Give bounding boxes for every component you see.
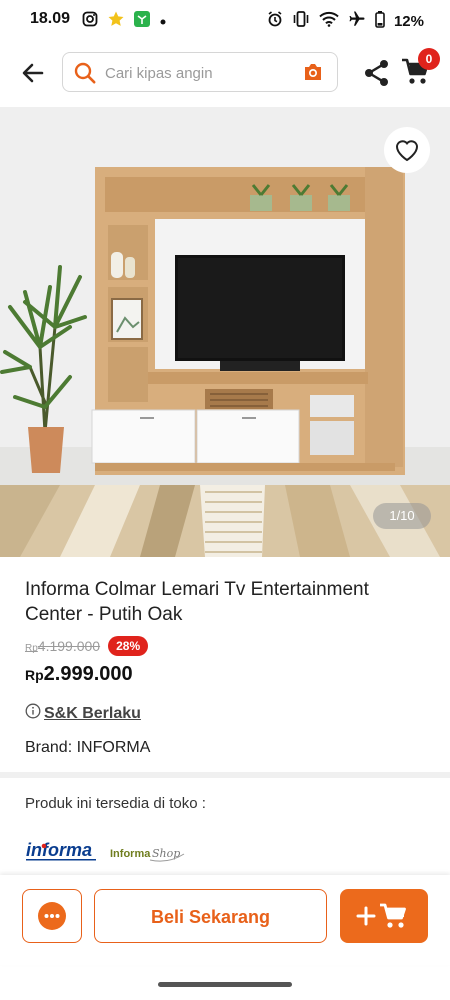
app-icon [134,11,150,32]
current-price-currency: Rp [25,667,44,683]
bottom-action-bar: Beli Sekarang [0,875,450,965]
status-bar: 18.09 12% [0,0,450,40]
wifi-icon [319,11,339,31]
vibrate-icon [292,11,310,31]
discount-badge: 28% [108,636,149,656]
wishlist-button[interactable] [384,127,430,173]
dot-icon [159,13,167,31]
add-to-cart-icon [356,903,406,928]
back-button[interactable] [18,58,48,88]
brand-row: Brand: INFORMA [25,739,150,757]
old-price-row: Rp4.199.000 28% [25,635,149,657]
cart-count-badge: 0 [418,48,440,70]
terms-link[interactable]: S&K Berlaku [44,705,141,723]
info-icon [25,703,41,724]
home-indicator[interactable] [158,982,292,987]
airplane-icon [348,10,366,32]
original-price-value: 4.199.000 [37,638,101,654]
instagram-icon [82,11,98,32]
battery-icon [375,10,385,32]
arrow-left-icon [22,63,44,83]
status-time: 18.09 [30,10,71,27]
search-bar[interactable] [62,52,338,92]
product-image-gallery[interactable]: 1/10 [0,107,450,557]
svg-text:informa: informa [26,840,92,860]
alarm-icon [267,11,283,31]
status-notification-icons [82,10,167,33]
brand-value: INFORMA [76,739,151,756]
add-to-cart-button[interactable] [340,889,428,943]
camera-search-icon[interactable] [303,63,323,86]
search-input[interactable] [103,61,297,85]
search-icon [73,61,97,90]
top-app-bar: 0 [0,44,450,102]
star-icon [107,10,125,33]
product-photo [0,107,450,557]
original-price-currency: Rp [25,643,38,654]
informa-logo[interactable]: informa [26,838,98,867]
current-price-value: 2.999.000 [43,663,133,685]
informa-shop-logo[interactable]: Informa Shop [110,842,186,869]
current-price: Rp2.999.000 [25,663,133,686]
heart-icon [395,140,419,162]
battery-percent: 12% [393,12,424,30]
section-divider [0,772,450,778]
original-price: Rp4.199.000 [25,638,100,654]
cart-button[interactable]: 0 [400,48,440,91]
image-counter: 1/10 [373,503,431,529]
share-button[interactable] [362,58,392,93]
brand-label: Brand: [25,739,73,756]
svg-text:Informa: Informa [110,848,151,860]
product-title: Informa Colmar Lemari Tv Entertainment C… [25,579,369,625]
share-icon [365,60,388,86]
status-system-icons: 12% [267,10,424,32]
terms-link-row[interactable]: S&K Berlaku [25,703,141,724]
chat-button[interactable] [22,889,82,943]
buy-now-button[interactable]: Beli Sekarang [94,889,327,943]
chat-icon [38,902,66,930]
stores-title: Produk ini tersedia di toko : [25,795,206,812]
